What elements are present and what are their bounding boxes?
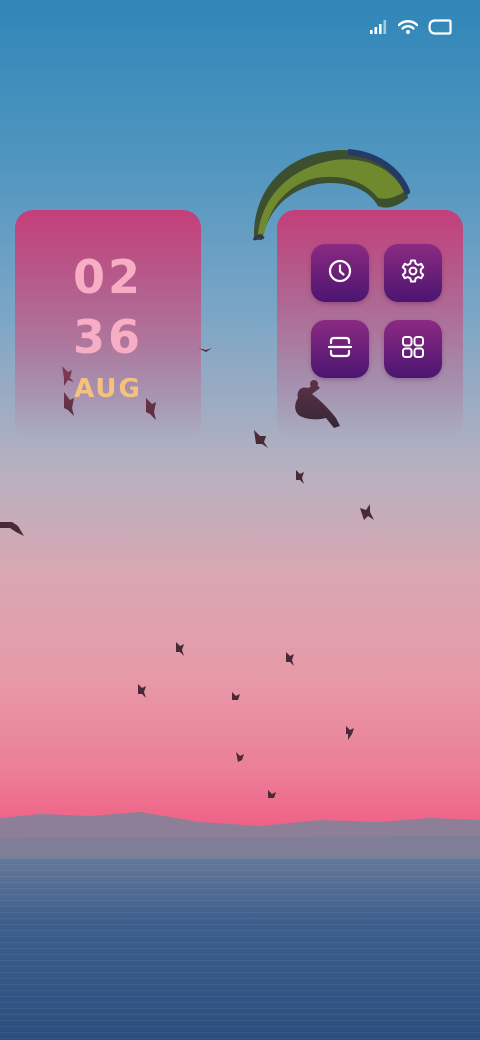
gear-icon: [400, 258, 426, 288]
apps-grid-icon: [400, 334, 426, 364]
clock-minute: 36: [72, 310, 143, 364]
clock-shortcut-button[interactable]: [311, 244, 369, 302]
clock-icon: [327, 258, 353, 288]
scan-icon: [327, 334, 353, 364]
clock-widget[interactable]: 02 36 AUG: [15, 210, 201, 440]
battery-icon: [428, 19, 452, 35]
shortcuts-widget: [277, 210, 463, 440]
scanner-shortcut-button[interactable]: [311, 320, 369, 378]
clock-hour: 02: [72, 250, 143, 304]
status-bar: [370, 14, 452, 40]
clock-month: AUG: [74, 374, 142, 404]
apps-shortcut-button[interactable]: [384, 320, 442, 378]
wifi-icon: [398, 19, 418, 35]
flying-birds: [0, 348, 374, 798]
settings-shortcut-button[interactable]: [384, 244, 442, 302]
signal-icon: [370, 19, 388, 35]
